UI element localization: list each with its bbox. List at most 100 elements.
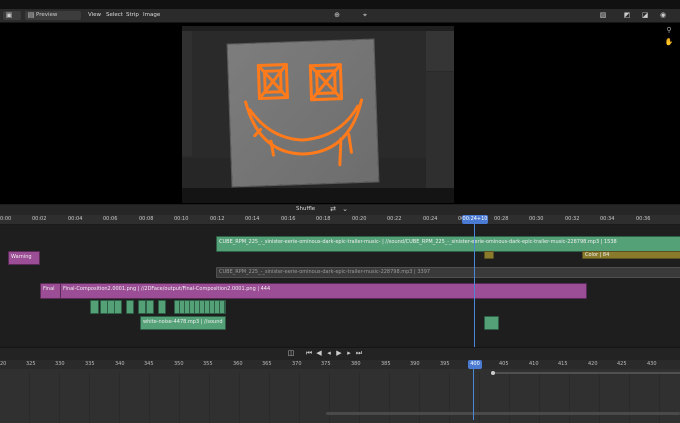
timeline-tick: 365 — [262, 361, 272, 367]
preview-icon: ▤ — [27, 11, 35, 19]
inner-toolbar — [182, 31, 192, 156]
sound-clip[interactable] — [158, 300, 166, 314]
cube-face — [227, 39, 379, 187]
play-icon[interactable]: ▶ — [334, 349, 344, 358]
menu-view[interactable]: View — [88, 12, 101, 18]
timeline-tick: 385 — [381, 361, 391, 367]
transform-pivot-icon[interactable]: ⊕ — [332, 11, 342, 20]
play-reverse-icon[interactable]: ◂ — [324, 349, 334, 358]
timeline-tick: 340 — [115, 361, 125, 367]
next-keyframe-icon[interactable]: ▸ — [344, 349, 354, 358]
sound-strip-cube-rpm[interactable]: CUBE_RPM_225_-_sinister-eerie-ominous-da… — [216, 236, 680, 252]
rendered-frame — [182, 26, 454, 203]
menu-image[interactable]: Image — [143, 12, 160, 18]
view-type-dropdown[interactable]: ▤ Preview — [25, 11, 81, 20]
jump-end-icon[interactable]: ⏭ — [354, 349, 364, 358]
color-strip-small[interactable] — [484, 251, 494, 259]
inner-topbar — [182, 26, 454, 31]
sequencer-header: Shuffle ⇄ ⌄ — [0, 205, 680, 215]
timeline-tick: 415 — [558, 361, 568, 367]
chevron-down-icon[interactable]: ⌄ — [340, 205, 350, 214]
playhead-label[interactable]: 00:24+10 — [462, 215, 488, 224]
ruler-tick: 00:24 — [423, 216, 438, 222]
timeline-range — [492, 372, 680, 374]
ruler-tick: 00:22 — [387, 216, 402, 222]
keyframe-dot[interactable] — [491, 371, 495, 375]
sequencer-channels[interactable]: CUBE_RPM_225_-_sinister-eerie-ominous-da… — [0, 225, 680, 345]
window-top-bar — [0, 0, 680, 9]
timeline-tick: 335 — [85, 361, 95, 367]
record-icon[interactable]: ◫ — [286, 349, 296, 358]
inner-outliner — [426, 31, 454, 71]
channel-row: Final Final-Composition2.0001.png | //2D… — [0, 283, 680, 299]
ruler-tick: 00:02 — [32, 216, 47, 222]
prev-keyframe-icon[interactable]: ◀ — [314, 349, 324, 358]
ruler-tick: 00:36 — [636, 216, 651, 222]
sound-strip-muted[interactable]: CUBE_RPM_225_-_sinister-eerie-ominous-da… — [216, 267, 680, 278]
timeline-tick: 330 — [55, 361, 65, 367]
playhead-line[interactable] — [474, 215, 475, 355]
view-type-label: Preview — [36, 12, 58, 18]
ruler-tick: 00:08 — [139, 216, 154, 222]
timeline-tick: 355 — [203, 361, 213, 367]
sound-clip[interactable] — [114, 300, 122, 314]
timeline-tick: 430 — [647, 361, 657, 367]
transport-bar: ◫ ⏮ ◀ ◂ ▶ ▸ ⏭ — [0, 347, 680, 360]
timeline-tick: 420 — [588, 361, 598, 367]
channel-row: CUBE_RPM_225_-_sinister-eerie-ominous-da… — [0, 267, 680, 282]
jump-start-icon[interactable]: ⏮ — [304, 349, 314, 358]
sound-clip[interactable] — [484, 316, 499, 330]
sound-clip[interactable] — [90, 300, 99, 314]
ruler-tick: 00:28 — [494, 216, 509, 222]
timeline-tick: 345 — [144, 361, 154, 367]
warning-strip[interactable]: Warning — [8, 251, 40, 265]
sound-clip[interactable] — [126, 300, 134, 314]
color-strip[interactable]: Color | 84 — [582, 251, 680, 259]
sound-clip[interactable] — [146, 300, 154, 314]
editor-type-button[interactable]: ▣ — [3, 11, 21, 20]
ruler-tick: 00:10 — [174, 216, 189, 222]
sound-clip[interactable] — [138, 300, 146, 314]
smiley-drawing — [244, 63, 364, 167]
current-frame-label[interactable]: 400 — [468, 360, 482, 369]
inner-taskbar — [182, 188, 454, 203]
ruler-tick: 00:14 — [245, 216, 260, 222]
timeline-tick: 390 — [410, 361, 420, 367]
channel-row: CUBE_RPM_225_-_sinister-eerie-ominous-da… — [0, 236, 680, 252]
timeline-tick: 410 — [529, 361, 539, 367]
snap-icon[interactable]: ⌖ — [360, 11, 370, 20]
timeline-tick: 370 — [292, 361, 302, 367]
channel-row — [0, 300, 680, 315]
sound-clip-group[interactable] — [174, 300, 226, 314]
timeline-tick: 375 — [321, 361, 331, 367]
display-mode-icon[interactable]: ◩ — [622, 11, 632, 20]
ruler-tick: 00:04 — [68, 216, 83, 222]
timeline-scrollbar[interactable] — [326, 412, 680, 415]
final-strip[interactable]: Final — [40, 283, 62, 299]
ruler-tick: 00:12 — [210, 216, 225, 222]
timeline-playhead[interactable] — [473, 360, 474, 420]
timeline-ruler[interactable]: 20 325 330 335 340 345 350 355 360 365 3… — [0, 360, 680, 369]
overlay-mode-label[interactable]: Shuffle — [296, 206, 315, 212]
zoom-icon[interactable]: ⚲ — [664, 26, 674, 35]
ruler-tick: 0:00 — [0, 216, 12, 222]
channel-icon[interactable]: ▨ — [598, 11, 608, 20]
white-noise-strip[interactable]: white-noise-4478.mp3 | //sound — [140, 316, 226, 330]
sync-icon[interactable]: ⇄ — [328, 205, 338, 214]
timeline-tick: 395 — [440, 361, 450, 367]
timeline-area[interactable] — [0, 360, 680, 423]
pan-hand-icon[interactable]: ✋ — [664, 38, 674, 47]
gizmo-icon[interactable]: ◉ — [658, 11, 668, 20]
channel-row: white-noise-4478.mp3 | //sound — [0, 316, 680, 331]
inner-properties — [426, 72, 454, 188]
overlay-icon[interactable]: ◪ — [640, 11, 650, 20]
ruler-tick: 00:06 — [103, 216, 118, 222]
menu-select[interactable]: Select — [106, 12, 123, 18]
timeline-tick: 360 — [233, 361, 243, 367]
menu-strip[interactable]: Strip — [126, 12, 139, 18]
sequencer-ruler[interactable]: 0:00 00:02 00:04 00:06 00:08 00:10 00:12… — [0, 215, 680, 225]
timeline-grid — [0, 372, 680, 423]
ruler-tick: 00:32 — [565, 216, 580, 222]
final-composition-strip[interactable]: Final-Composition2.0001.png | //2DFace/o… — [60, 283, 587, 299]
timeline-tick: 20 — [0, 361, 7, 367]
